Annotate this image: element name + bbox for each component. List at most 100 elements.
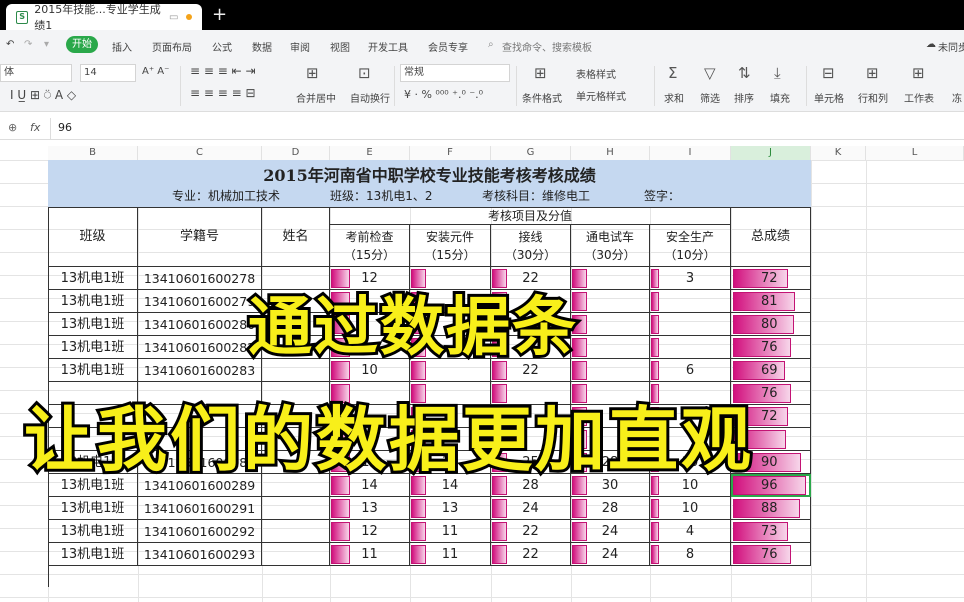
data-bar: [651, 522, 659, 541]
score-value: 11: [441, 547, 459, 562]
column-header-C[interactable]: C: [138, 146, 262, 160]
row-score: 3: [650, 267, 731, 290]
font-grow-icon[interactable]: A⁺ A⁻: [142, 66, 169, 77]
total-value: 88: [761, 501, 778, 516]
row-score: [571, 359, 650, 382]
menu-item-4[interactable]: 审阅: [290, 39, 310, 54]
column-header-I[interactable]: I: [650, 146, 731, 160]
header-item-score: （15分）: [424, 248, 476, 262]
cell-button[interactable]: 单元格: [814, 90, 844, 105]
score-value: 6: [685, 363, 695, 378]
column-header-F[interactable]: F: [410, 146, 491, 160]
score-value: 11: [441, 524, 459, 539]
table-style-button[interactable]: 表格样式: [576, 66, 616, 81]
wrap-icon[interactable]: ⊡: [358, 64, 371, 82]
menu-item-3[interactable]: 数据: [252, 39, 272, 54]
sum-icon[interactable]: Σ: [668, 64, 677, 82]
undo-icon[interactable]: ↶: [6, 39, 14, 50]
menu-item-0[interactable]: 插入: [112, 39, 132, 54]
redo-icon[interactable]: ↷: [24, 39, 32, 50]
sync-status[interactable]: 未同步: [938, 39, 964, 54]
caption-line-1: 通过数据条: [245, 288, 579, 368]
document-tab[interactable]: S 2015年技能...专业学生成绩1 ▭: [6, 3, 202, 32]
fill-icon[interactable]: ⤓: [774, 64, 781, 82]
row-class: 13机电1班: [48, 290, 138, 313]
score-value: 13: [441, 501, 459, 516]
number-format-icons[interactable]: ¥ · % ⁰⁰⁰ ⁺.⁰ ⁻.⁰: [404, 88, 483, 101]
total-value: 69: [761, 363, 778, 378]
sum-button[interactable]: 求和: [664, 90, 684, 105]
filter-button[interactable]: 筛选: [700, 90, 720, 105]
command-search[interactable]: 查找命令、搜索模板: [502, 39, 592, 54]
column-header-G[interactable]: G: [491, 146, 571, 160]
sort-icon[interactable]: ⇅: [738, 64, 751, 82]
row-score: 22: [491, 520, 571, 543]
worksheet-grid[interactable]: B C D E F G H I J K L 2015年河南省中职学校专业技能考核考核成绩 专业：机械加工…: [0, 146, 964, 602]
new-tab-button[interactable]: +: [212, 4, 227, 25]
column-header-L[interactable]: L: [866, 146, 964, 160]
column-header-B[interactable]: B: [48, 146, 138, 160]
font-style-icons[interactable]: I U̲ ⊞ ⍥ A ◇: [10, 88, 76, 103]
conditional-format-icon[interactable]: ⊞: [534, 64, 547, 82]
ribbon-toolbar: 体 14 A⁺ A⁻ I U̲ ⊞ ⍥ A ◇ ≡ ≡ ≡ ⇤ ⇥ ≡ ≡ ≡ …: [0, 60, 964, 112]
align-icons-2[interactable]: ≡ ≡ ≡ ≡ ⊟: [190, 86, 256, 100]
row-score: 22: [491, 543, 571, 566]
column-header-K[interactable]: K: [811, 146, 866, 160]
column-header-D[interactable]: D: [262, 146, 330, 160]
header-item: 安全生产 （10分）: [650, 225, 731, 267]
cloud-icon: ☁: [926, 39, 936, 50]
column-header-H[interactable]: H: [571, 146, 650, 160]
font-name-select[interactable]: 体: [0, 64, 72, 82]
freeze-button[interactable]: 冻: [952, 90, 962, 105]
score-value: 22: [522, 547, 539, 562]
conditional-format-button[interactable]: 条件格式: [522, 90, 562, 105]
menu-item-5[interactable]: 视图: [330, 39, 350, 54]
worksheet-button[interactable]: 工作表: [904, 90, 934, 105]
total-value: 72: [761, 409, 778, 424]
filter-icon[interactable]: ▽: [704, 64, 716, 82]
column-header-E[interactable]: E: [330, 146, 410, 160]
data-bar: [411, 522, 426, 541]
row-name: [262, 497, 330, 520]
number-format-select[interactable]: 常规: [400, 64, 510, 82]
fill-button[interactable]: 填充: [770, 90, 790, 105]
row-score: [650, 290, 731, 313]
merge-button[interactable]: 合并居中: [296, 90, 336, 105]
menu-dropdown-icon[interactable]: ▾: [44, 39, 49, 50]
cell-icon[interactable]: ⊟: [822, 64, 835, 82]
menu-start[interactable]: 开始: [66, 36, 98, 53]
menu-item-7[interactable]: 会员专享: [428, 39, 468, 54]
row-col-icon[interactable]: ⊞: [866, 64, 879, 82]
wrap-button[interactable]: 自动换行: [350, 90, 390, 105]
score-value: 8: [685, 547, 695, 562]
column-header-J[interactable]: J: [731, 146, 811, 160]
score-value: 24: [601, 547, 619, 562]
row-class: 13机电1班: [48, 267, 138, 290]
row-score: 11: [410, 520, 491, 543]
row-class: 13机电1班: [48, 313, 138, 336]
header-name: 姓名: [262, 207, 330, 267]
worksheet-icon[interactable]: ⊞: [912, 64, 925, 82]
fx-label[interactable]: fx: [30, 121, 40, 134]
data-bar: [572, 545, 587, 564]
header-item: 安装元件 （15分）: [410, 225, 491, 267]
ribbon-separator: [516, 66, 517, 106]
data-bar: [492, 545, 507, 564]
cell-style-button[interactable]: 单元格样式: [576, 88, 626, 103]
row-col-button[interactable]: 行和列: [858, 90, 888, 105]
sort-button[interactable]: 排序: [734, 90, 754, 105]
header-item-score: （10分）: [664, 248, 716, 262]
row-score: 11: [330, 543, 410, 566]
grid-line: [866, 160, 867, 602]
merge-icon[interactable]: ⊞: [306, 64, 319, 82]
menu-item-2[interactable]: 公式: [212, 39, 232, 54]
menu-item-1[interactable]: 页面布局: [152, 39, 192, 54]
formula-input[interactable]: 96: [58, 121, 72, 134]
align-icons[interactable]: ≡ ≡ ≡ ⇤ ⇥: [190, 64, 256, 78]
header-group: 考核项目及分值: [330, 207, 731, 225]
font-size-select[interactable]: 14: [80, 64, 136, 82]
ribbon-separator: [394, 66, 395, 106]
zoom-icon[interactable]: ⊕: [8, 121, 17, 134]
row-total: 76: [731, 336, 811, 359]
menu-item-6[interactable]: 开发工具: [368, 39, 408, 54]
